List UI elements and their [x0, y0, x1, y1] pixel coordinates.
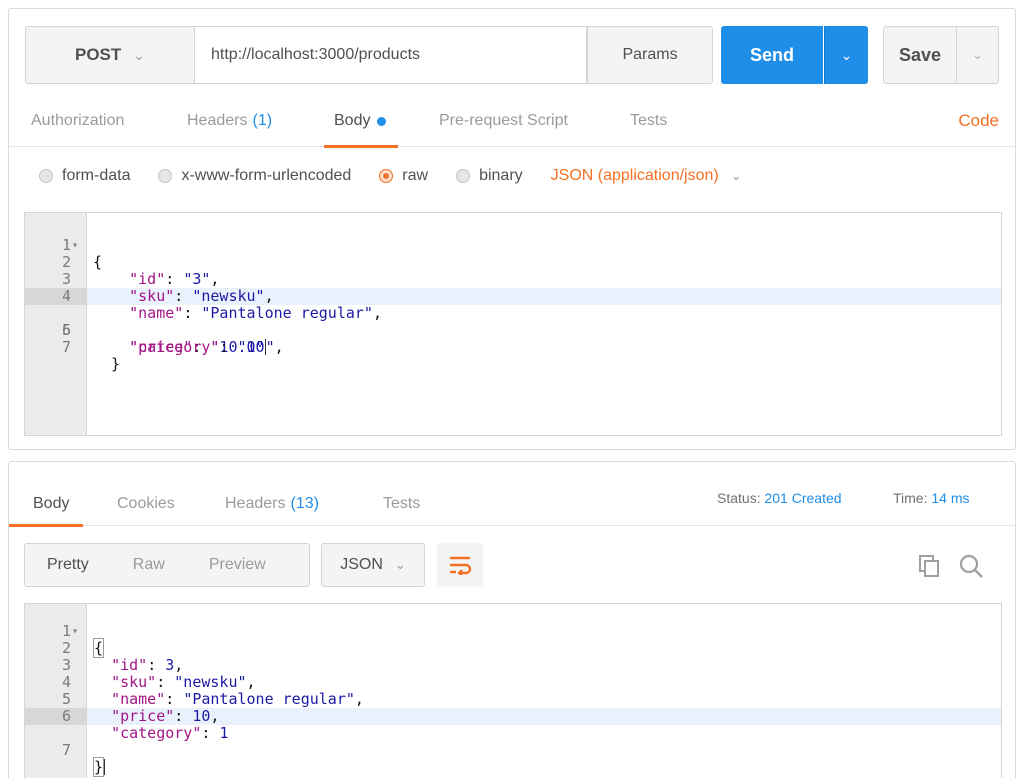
radio-form-data[interactable]: form-data: [39, 167, 130, 185]
code-line: 7 }: [61, 338, 121, 373]
radio-icon: [39, 169, 53, 183]
tab-label: Headers: [225, 495, 286, 512]
request-panel: POST ⌄ http://localhost:3000/products Pa…: [8, 8, 1016, 450]
view-raw-button[interactable]: Raw: [111, 544, 187, 586]
tab-label: Tests: [630, 112, 668, 129]
radio-icon: [158, 169, 173, 183]
time-indicator: Time: 14 ms: [893, 490, 970, 506]
chevron-down-icon: ⌄: [972, 47, 983, 62]
fold-arrow-icon: ▾: [72, 626, 79, 637]
chevron-down-icon: ⌄: [394, 557, 406, 572]
radio-label: x-www-form-urlencoded: [181, 167, 352, 184]
format-dropdown[interactable]: JSON ⌄: [321, 543, 425, 587]
text-cursor: [264, 339, 266, 355]
tab-response-tests[interactable]: Tests: [383, 482, 420, 526]
time-value: 14 ms: [931, 490, 970, 506]
send-button[interactable]: Send: [721, 26, 823, 84]
tab-cookies[interactable]: Cookies: [117, 482, 175, 526]
save-dropdown-button[interactable]: ⌄: [956, 26, 999, 84]
radio-icon: [456, 169, 471, 183]
tab-label: Headers: [187, 112, 248, 129]
body-type-selector: form-data x-www-form-urlencoded raw bina…: [39, 164, 742, 188]
url-input[interactable]: http://localhost:3000/products: [195, 26, 587, 84]
code-line: 3 "sku": "newsku",: [61, 270, 274, 305]
content-type-dropdown[interactable]: JSON (application/json) ⌄: [551, 167, 742, 185]
headers-count: (1): [252, 112, 273, 129]
content-type-label: JSON (application/json): [550, 167, 719, 184]
params-button[interactable]: Params: [587, 26, 713, 84]
chevron-down-icon: ⌄: [133, 46, 146, 63]
view-mode-group: Pretty Raw Preview: [24, 543, 310, 587]
modified-dot-icon: [377, 116, 387, 126]
fold-arrow-icon: ▾: [72, 240, 79, 251]
tab-headers[interactable]: Headers (1): [187, 95, 272, 147]
response-panel: Body Cookies Headers (13) Tests Status: …: [8, 461, 1016, 778]
tab-response-headers[interactable]: Headers (13): [225, 482, 319, 526]
wrap-lines-button[interactable]: [437, 543, 483, 587]
save-button[interactable]: Save: [883, 26, 957, 84]
copy-button[interactable]: [915, 552, 943, 580]
format-label: JSON: [340, 556, 383, 573]
view-pretty-button[interactable]: Pretty: [25, 544, 111, 586]
code-line: 1 ▾ {: [61, 622, 105, 658]
tab-body[interactable]: Body: [323, 95, 400, 148]
headers-count: (13): [290, 495, 319, 512]
radio-label: raw: [402, 167, 429, 184]
tab-label: Body: [33, 495, 70, 512]
code-line: 1 ▾ {: [61, 236, 103, 271]
send-dropdown-button[interactable]: ⌄: [824, 26, 868, 84]
tab-pre-request-script[interactable]: Pre-request Script: [439, 95, 568, 147]
radio-raw[interactable]: raw: [379, 167, 428, 185]
tab-label: Pre-request Script: [439, 112, 568, 129]
radio-binary[interactable]: binary: [456, 167, 523, 185]
request-tabs: Authorization Headers (1) Body Pre-reque…: [9, 95, 1015, 148]
radio-label: binary: [479, 167, 523, 184]
tab-label: Cookies: [117, 495, 175, 512]
method-dropdown[interactable]: POST ⌄: [25, 26, 195, 84]
code-link[interactable]: Code: [958, 95, 999, 147]
copy-icon: [919, 555, 939, 577]
response-tabs: Body Cookies Headers (13) Tests: [8, 482, 1015, 527]
response-body-viewer[interactable]: 1 ▾ { 2 "id": 3, 3 "sku": "newsku", 4 "na…: [24, 603, 1002, 778]
tab-label: Tests: [383, 495, 421, 512]
text-cursor: [104, 759, 106, 775]
wrap-lines-icon: [450, 556, 472, 575]
tab-label: Authorization: [31, 112, 125, 129]
chevron-down-icon: ⌄: [840, 46, 853, 63]
radio-selected-icon: [379, 169, 394, 183]
status-indicator: Status: 201 Created: [717, 490, 842, 506]
search-icon: [959, 554, 983, 578]
tab-label: Body: [334, 112, 371, 129]
request-body-editor[interactable]: 1 ▾ { 2 "id": "3", 3 "sku": "newsku", 4 "…: [24, 212, 1002, 436]
radio-label: form-data: [62, 167, 131, 184]
radio-x-www-form-urlencoded[interactable]: x-www-form-urlencoded: [158, 167, 351, 185]
search-button[interactable]: [957, 552, 985, 580]
status-value: 201 Created: [764, 490, 842, 506]
code-line: 2 "id": "3",: [61, 253, 220, 288]
chevron-down-icon: ⌄: [730, 168, 742, 183]
code-line: 3 "sku": "newsku",: [61, 656, 256, 691]
tab-response-body[interactable]: Body: [8, 482, 85, 527]
method-label: POST: [74, 45, 122, 64]
code-line: 2 "id": 3,: [61, 639, 184, 674]
tab-authorization[interactable]: Authorization: [31, 95, 124, 147]
tab-tests[interactable]: Tests: [630, 95, 667, 147]
view-preview-button[interactable]: Preview: [187, 544, 288, 586]
